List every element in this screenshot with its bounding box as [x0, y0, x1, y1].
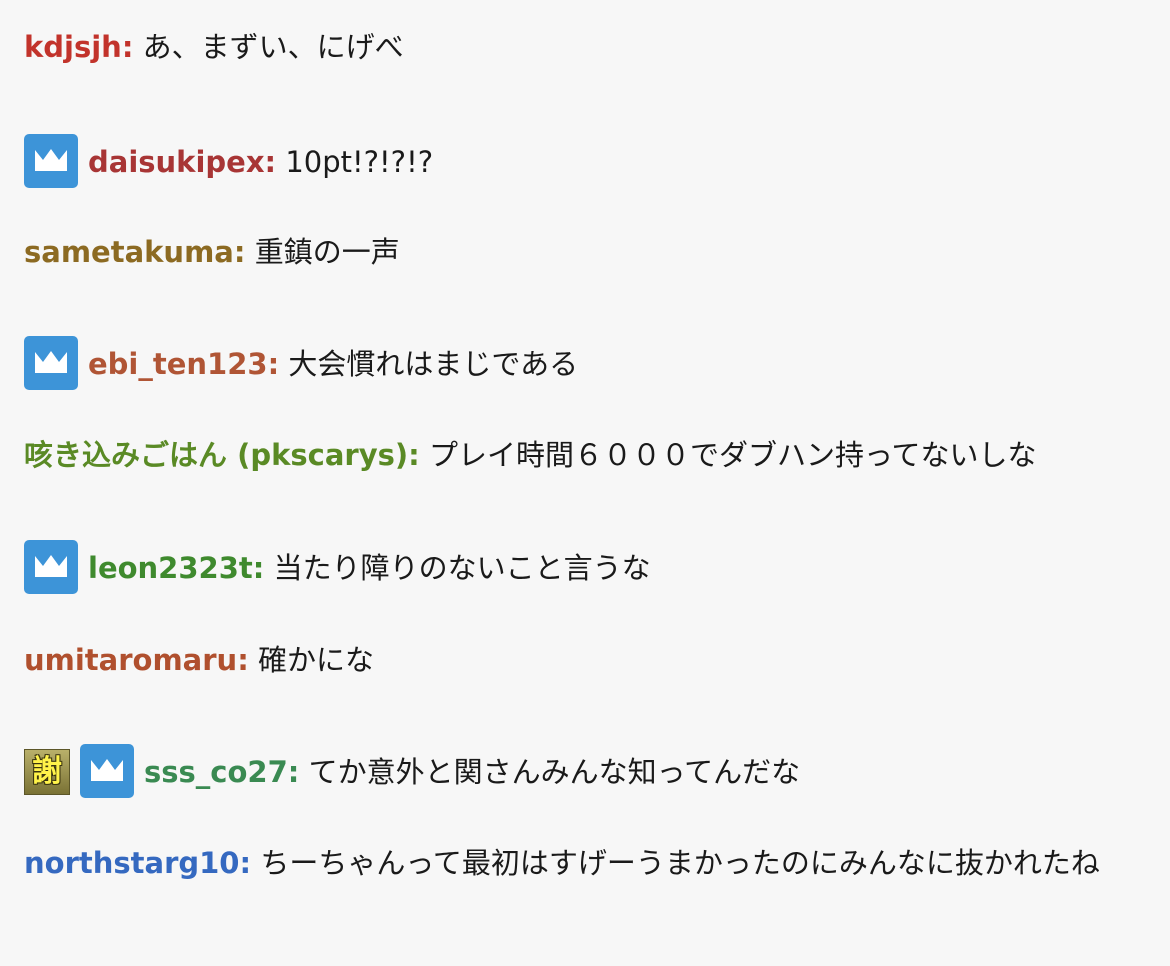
chat-username[interactable]: sametakuma: — [24, 235, 245, 269]
chat-username[interactable]: ebi_ten123: — [88, 347, 279, 381]
chat-text: てか意外と関さんみんな知ってんだな — [308, 755, 801, 789]
crown-icon[interactable] — [80, 744, 134, 798]
chat-text: プレイ時間６０００でダブハン持ってないしな — [428, 438, 1037, 472]
chat-message: daisukipex: 10pt!?!?!? — [24, 134, 1146, 191]
chat-message: sametakuma: 重鎮の一声 — [24, 225, 1146, 279]
chat-username[interactable]: umitaromaru: — [24, 643, 249, 677]
chat-text: 重鎮の一声 — [254, 235, 400, 269]
chat-log: kdjsjh: あ、まずい、にげべ daisukipex: 10pt!?!?!?… — [0, 0, 1170, 966]
chat-username[interactable]: daisukipex: — [88, 145, 276, 179]
chat-message: ebi_ten123: 大会慣れはまじである — [24, 336, 1146, 393]
crown-icon[interactable] — [24, 134, 78, 188]
chat-message: northstarg10: ちーちゃんって最初はすげーうまかったのにみんなに抜か… — [24, 836, 1146, 890]
thanks-icon[interactable]: 謝 — [24, 749, 70, 795]
chat-text: 10pt!?!?!? — [285, 145, 434, 179]
chat-text: ちーちゃんって最初はすげーうまかったのにみんなに抜かれたね — [260, 846, 1100, 880]
chat-username[interactable]: sss_co27: — [144, 755, 299, 789]
chat-username[interactable]: leon2323t: — [88, 551, 264, 585]
chat-username[interactable]: northstarg10: — [24, 846, 251, 880]
chat-text: 当たり障りのないこと言うな — [273, 551, 651, 585]
chat-username[interactable]: kdjsjh: — [24, 30, 133, 64]
chat-text: 確かにな — [258, 643, 375, 677]
chat-message: umitaromaru: 確かにな — [24, 633, 1146, 687]
crown-icon[interactable] — [24, 336, 78, 390]
crown-icon[interactable] — [24, 540, 78, 594]
chat-text: 大会慣れはまじである — [288, 347, 579, 381]
chat-message: 謝 sss_co27: てか意外と関さんみんな知ってんだな — [24, 744, 1146, 801]
chat-message: kdjsjh: あ、まずい、にげべ — [24, 20, 1146, 74]
chat-message: 咳き込みごはん (pkscarys): プレイ時間６０００でダブハン持ってないし… — [24, 428, 1146, 482]
chat-text: あ、まずい、にげべ — [142, 30, 404, 64]
chat-username[interactable]: 咳き込みごはん (pkscarys): — [24, 438, 420, 472]
chat-message: leon2323t: 当たり障りのないこと言うな — [24, 540, 1146, 597]
